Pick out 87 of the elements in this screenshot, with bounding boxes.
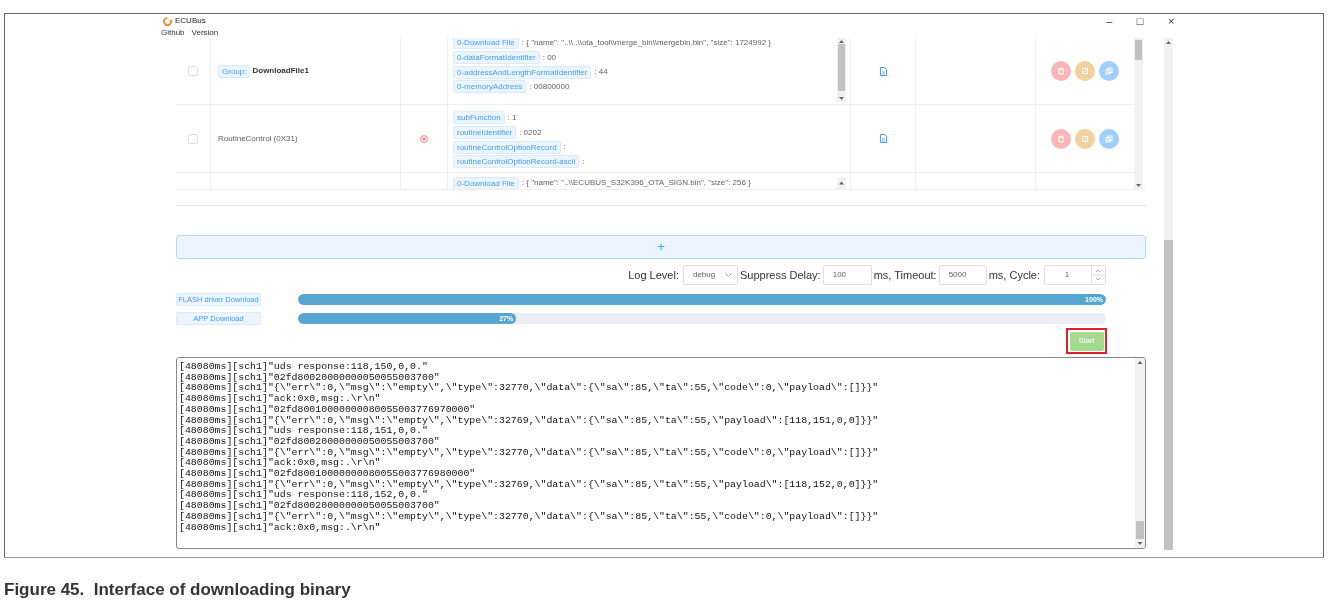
param-tag: routineIdentifier: [453, 126, 517, 140]
log-line: [48080ms][sch1]"ack:0x0,msg:.\r\n": [179, 394, 382, 405]
log-line: [48080ms][sch1]"uds response:118,150,0,0.": [179, 362, 429, 373]
scroll-thumb[interactable]: [1135, 40, 1142, 60]
edit-button[interactable]: [1075, 61, 1095, 81]
param-value: : { "name": "..\\..\\ota_tool\\merge_bin\\mergebin.bin", "size": 1724992 }: [521, 38, 771, 49]
copy-icon: [1104, 66, 1114, 76]
log-line: [48080ms][sch1]"02fd80020000000050055003700": [179, 501, 441, 512]
group-tag: Group:: [218, 64, 251, 78]
copy-button[interactable]: [1099, 128, 1119, 149]
timeout-label: ms, Timeout:: [873, 267, 937, 283]
log-line: [48080ms][sch1]"uds response:118,151,0,0.": [179, 426, 428, 437]
log-line: [48080ms][sch1]"ack:0x0,msg:.\r\n": [179, 522, 382, 534]
scroll-thumb[interactable]: [838, 43, 845, 91]
menu-item[interactable]: Version: [191, 28, 219, 38]
checkbox[interactable]: [188, 133, 198, 144]
param-value: : { "name": "..\\ECUBUS_S32K396_OTA_SIGN.bin", "size": 256 }: [521, 177, 751, 189]
log-line: [48080ms][sch1]"{\"err\":0,\"msg\":\"empty\",\"type\":32769,\"data\":{\"sa\":85,\"ta\":55,\"payload\":[118,152,0,0]}}": [179, 479, 880, 490]
cycle-field[interactable]: 1: [1044, 265, 1106, 285]
log-line: [48080ms][sch1]"{\"err\":0,\"msg\":\"empty\",\"type\":32770,\"data\":{\"sa\":85,\"ta\":55,\"code\":0,\"payload\":[]}}": [179, 383, 880, 394]
delete-button[interactable]: [1051, 61, 1071, 81]
param-tag: 0-Download File: [453, 38, 519, 50]
log-output[interactable]: [176, 357, 1146, 549]
param-tag: 0-dataFormatIdentifier: [453, 51, 540, 65]
close-button[interactable]: ×: [1155, 14, 1187, 28]
log-line: [48080ms][sch1]"uds response:118,152,0,0.": [179, 490, 429, 501]
log-level-label: Log Level:: [628, 267, 679, 283]
menu-item[interactable]: Github: [161, 28, 185, 38]
scrollbar[interactable]: [1134, 38, 1143, 189]
suppress-delay-field[interactable]: 100: [822, 265, 872, 285]
edit-button[interactable]: [1075, 128, 1095, 149]
log-line: [48080ms][sch1]"02fd80020000000050055003700": [179, 436, 441, 448]
edit-icon: [1080, 133, 1090, 144]
scrollbar[interactable]: [837, 38, 846, 102]
log-line: [48080ms][sch1]"ack:0x0,msg:.\r\n": [179, 458, 382, 469]
copy-button[interactable]: [1099, 61, 1119, 81]
param-value: : 1: [507, 111, 517, 124]
scroll-down-icon[interactable]: [1136, 184, 1141, 187]
param-value: :: [563, 141, 566, 154]
edit-icon: [1080, 66, 1090, 76]
param-tag: subFunction: [453, 111, 505, 125]
log-line: [48080ms][sch1]"{\"err\":0,\"msg\":\"empty\",\"type\":32770,\"data\":{\"sa\":85,\"ta\":55,\"code\":0,\"payload\":[]}}": [179, 511, 880, 523]
param-tag: 0-addressAndLengthFormatIdentifier: [453, 65, 592, 79]
copy-icon: [1104, 133, 1114, 144]
log-line: [48080ms][sch1]"02fd80010000000080055003776970000": [179, 404, 477, 416]
log-line: [48080ms][sch1]"{\"err\":0,\"msg\":\"empty\",\"type\":32770,\"data\":{\"sa\":85,\"ta\":55,\"code\":0,\"payload\":[]}}": [179, 447, 880, 458]
log-line: [48080ms][sch1]"{\"err\":0,\"msg\":\"empty\",\"type\":32769,\"data\":{\"sa\":85,\"ta\":55,\"payload\":[118,151,0,0]}}": [179, 415, 880, 426]
timeout-field[interactable]: 5000: [938, 265, 987, 285]
param-value: : 44: [594, 66, 608, 79]
scrollbar[interactable]: [1135, 358, 1145, 548]
scroll-down-icon[interactable]: [1137, 542, 1143, 545]
log-level-select[interactable]: debug: [682, 265, 738, 285]
suppress-delay-label: Suppress Delay:: [739, 267, 821, 283]
delete-button[interactable]: [1051, 128, 1071, 149]
cycle-label: ms, Cycle:: [988, 267, 1040, 283]
spinner-icon[interactable]: [1091, 266, 1105, 284]
scroll-up-button[interactable]: [837, 177, 846, 189]
param-value: : 00800000: [529, 80, 570, 93]
scroll-thumb[interactable]: [1136, 521, 1144, 539]
scroll-down-icon[interactable]: [839, 96, 844, 100]
window-title: ECUBus: [175, 15, 206, 27]
scrollbar[interactable]: [1164, 38, 1173, 550]
minimize-button[interactable]: –: [1093, 14, 1125, 28]
scroll-up-icon[interactable]: [1166, 41, 1171, 44]
trash-icon: [1056, 133, 1066, 144]
log-line: [48080ms][sch1]"02fd80010000000080055003776980000": [179, 469, 477, 480]
scroll-up-icon[interactable]: [1137, 361, 1143, 364]
param-value: :: [582, 155, 585, 168]
param-tag: 0-memoryAddress: [453, 80, 527, 94]
row-name: DownloadFile1: [252, 65, 309, 77]
document-icon[interactable]: [879, 134, 887, 143]
param-value: : 00: [542, 51, 557, 64]
param-value: : 0202: [519, 126, 542, 139]
caret-icon: [724, 273, 732, 277]
param-tag: routineControlOptionRecord-ascii: [453, 155, 580, 169]
document-icon[interactable]: [879, 66, 887, 76]
param-tag: routineControlOptionRecord: [453, 140, 561, 154]
log-line: [48080ms][sch1]"02fd80020000000050055003700": [179, 372, 441, 383]
figure-caption: Figure 45. Interface of downloading binary: [4, 579, 352, 601]
param-tag: 0-Download File: [453, 176, 519, 189]
row-name: RoutineControl (0X31): [218, 132, 298, 145]
checkbox[interactable]: [188, 66, 198, 76]
trash-icon: [1056, 66, 1066, 76]
scroll-up-icon[interactable]: [839, 181, 844, 185]
logo-icon: [163, 16, 172, 26]
scroll-thumb[interactable]: [1164, 240, 1173, 550]
maximize-button[interactable]: □: [1124, 14, 1156, 28]
